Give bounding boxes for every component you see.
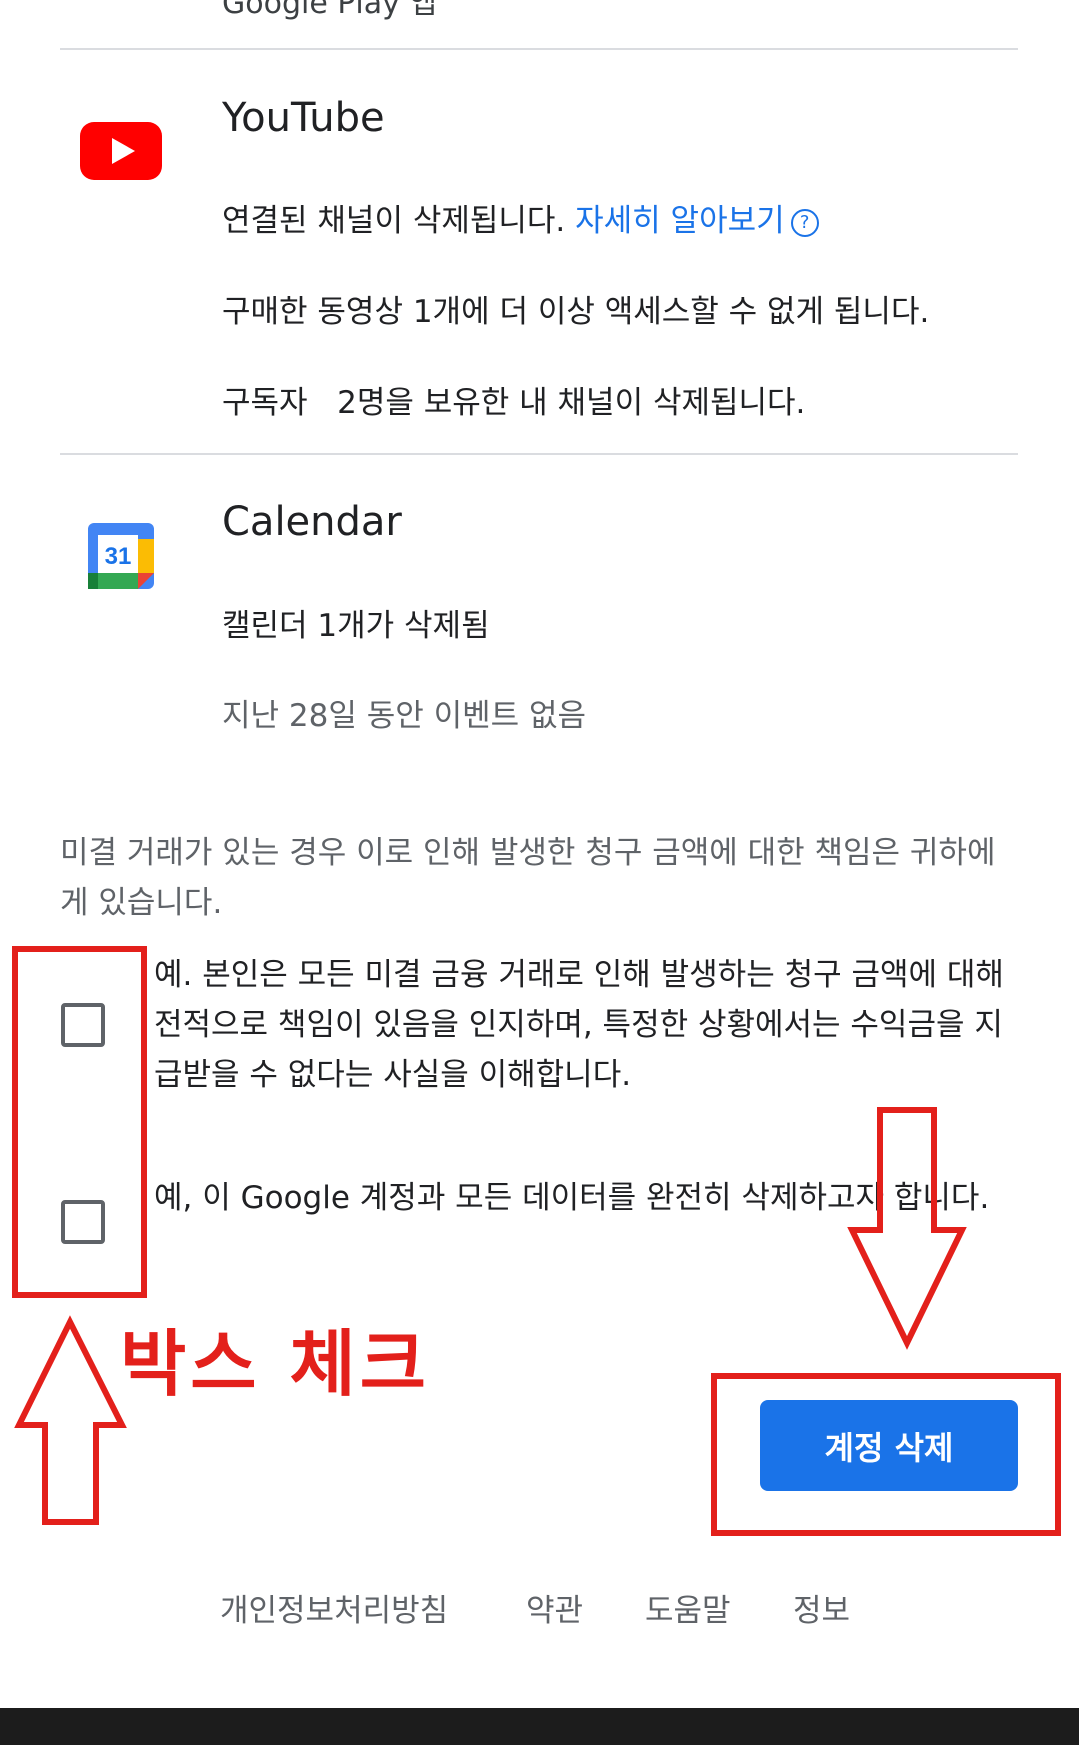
account-deletion-page: Google Play 앱 YouTube 연결된 채널이 삭제됩니다. 자세히… [0, 0, 1079, 1745]
annotation-arrow-down [847, 1107, 967, 1350]
